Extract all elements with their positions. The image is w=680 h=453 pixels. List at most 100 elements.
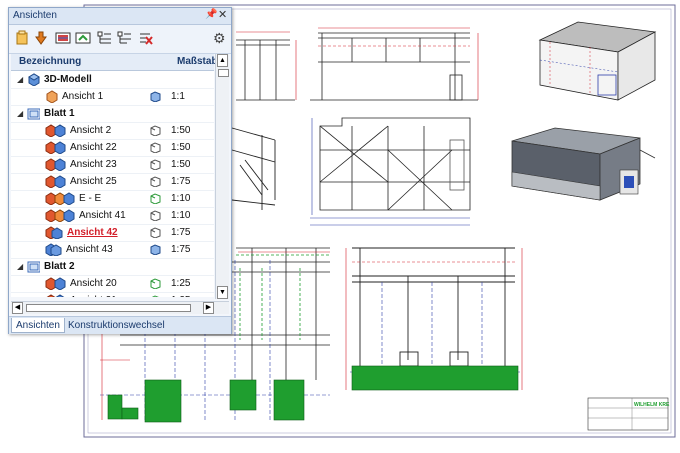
scroll-down-button[interactable]: ▼: [217, 286, 228, 299]
title-block-company: WILHELM KRE: [634, 402, 670, 408]
expand-toggle-icon[interactable]: ◢: [17, 75, 23, 84]
view-toggle-icon[interactable]: [150, 278, 161, 289]
new-view-icon[interactable]: [14, 30, 30, 46]
scroll-up-button[interactable]: ▲: [217, 54, 228, 67]
view-toggle-icon[interactable]: [150, 176, 161, 187]
view-pair-icon: [45, 175, 66, 188]
view-scale: 1:50: [171, 159, 191, 170]
view-toggle-icon[interactable]: [150, 159, 161, 170]
iso-building-render: [511, 127, 656, 201]
view-pair-icon: [45, 158, 66, 171]
tree-view-row[interactable]: Ansicht 42 1:75: [11, 224, 214, 242]
move-down-icon[interactable]: [33, 30, 49, 46]
gear-icon[interactable]: ⚙: [213, 30, 226, 46]
view-toggle-icon[interactable]: [150, 193, 161, 204]
view-pair-icon: [45, 124, 66, 137]
view-scale: 1:25: [171, 278, 191, 289]
tree-item-label: E - E: [79, 193, 102, 204]
view-scale: 1:1: [171, 91, 185, 102]
expand-tree-icon[interactable]: [97, 30, 113, 46]
tree-view-row[interactable]: Ansicht 1 1:1: [11, 88, 214, 106]
tree-view-row[interactable]: Ansicht 20 1:25: [11, 275, 214, 293]
panel-titlebar[interactable]: Ansichten 📌 ✕: [9, 8, 231, 25]
view-triple-icon: [45, 192, 75, 205]
tree-item-label: Ansicht 23: [70, 159, 117, 170]
tab-ansichten[interactable]: Ansichten: [11, 318, 65, 333]
refresh-icon[interactable]: [75, 30, 91, 46]
view-toggle-icon[interactable]: [150, 244, 161, 255]
sheet-icon: [27, 108, 40, 120]
view-pair-icon: [45, 141, 66, 154]
tab-konstruktionswechsel[interactable]: Konstruktionswechsel: [64, 318, 169, 333]
view-scale: 1:50: [171, 142, 191, 153]
tree-view-row[interactable]: Ansicht 2 1:50: [11, 122, 214, 140]
column-header-scale[interactable]: Maßstab: [177, 56, 218, 67]
tree-item-label: Blatt 2: [44, 261, 75, 272]
view-toggle-icon[interactable]: [150, 142, 161, 153]
tree-item-label: Ansicht 25: [70, 176, 117, 187]
scroll-thumb[interactable]: [218, 69, 229, 77]
view-scale: 1:75: [171, 227, 191, 238]
tree-view-row[interactable]: Ansicht 43 1:75: [11, 241, 214, 259]
iso-view-top-right: [538, 21, 657, 101]
panel-toolbar: ⚙: [9, 25, 231, 54]
tree-item-label: 3D-Modell: [44, 74, 92, 85]
view-scale: 1:75: [171, 244, 191, 255]
close-icon[interactable]: ✕: [218, 8, 227, 21]
tree-item-label: Blatt 1: [44, 108, 75, 119]
scroll-right-button[interactable]: ▶: [203, 302, 214, 314]
view-pair-icon: [45, 277, 66, 290]
tree-group-row[interactable]: ◢ 3D-Modell: [11, 71, 214, 89]
panel-title: Ansichten: [13, 10, 57, 21]
view-toggle-icon[interactable]: [150, 125, 161, 136]
panel-tabs: Ansichten Konstruktionswechsel: [9, 316, 231, 334]
view-scale: 1:10: [171, 210, 191, 221]
expand-toggle-icon[interactable]: ◢: [17, 109, 23, 118]
view-pair-icon: [46, 294, 65, 297]
image-icon[interactable]: [55, 30, 71, 46]
tree-item-label: Ansicht 22: [70, 142, 117, 153]
tree-item-label: Ansicht 21: [70, 295, 117, 297]
pin-icon[interactable]: 📌: [205, 9, 217, 20]
section-foundation: [351, 365, 519, 391]
view-toggle-icon[interactable]: [150, 210, 161, 221]
tree-item-label: Ansicht 1: [62, 91, 104, 102]
cube-blue-icon: [28, 73, 40, 86]
scroll-left-button[interactable]: ◀: [12, 302, 23, 314]
view-tree[interactable]: ◢ 3D-Modell Ansicht 1 1:1 ◢ Blatt 1 Ansicht 21…: [11, 71, 214, 297]
tree-item-label: Ansicht 20: [70, 278, 117, 289]
tree-view-row[interactable]: E - E 1:10: [11, 190, 214, 208]
column-header-name[interactable]: Bezeichnung: [19, 56, 81, 67]
view-blue-icon: [45, 243, 62, 256]
tree-view-row[interactable]: Ansicht 21 1:25: [11, 292, 214, 297]
view-scale: 1:75: [171, 176, 191, 187]
vertical-scrollbar[interactable]: ▲ ▼: [215, 54, 229, 299]
tree-group-row[interactable]: ◢ Blatt 2: [11, 258, 214, 276]
view-single-red-icon: [45, 226, 63, 239]
delete-icon[interactable]: [137, 30, 153, 46]
tree-group-row[interactable]: ◢ Blatt 1: [11, 105, 214, 123]
view-orange-icon: [46, 90, 58, 103]
tree-item-label: Ansicht 42: [67, 227, 118, 238]
tree-view-row[interactable]: Ansicht 41 1:10: [11, 207, 214, 225]
tree-view-row[interactable]: Ansicht 25 1:75: [11, 173, 214, 191]
views-panel[interactable]: Ansichten 📌 ✕ ⚙ Bezeichnung Maßstab ◢ 3D…: [8, 7, 232, 334]
tree-view-row[interactable]: Ansicht 23 1:50: [11, 156, 214, 174]
view-toggle-icon[interactable]: [150, 295, 161, 297]
tree-item-label: Ansicht 43: [66, 244, 113, 255]
expand-toggle-icon[interactable]: ◢: [17, 262, 23, 271]
tree-item-label: Ansicht 41: [79, 210, 126, 221]
view-toggle-icon[interactable]: [150, 91, 161, 102]
title-block: WILHELM KRE: [587, 397, 670, 431]
view-toggle-icon[interactable]: [150, 227, 161, 238]
view-scale: 1:25: [171, 295, 190, 297]
view-scale: 1:50: [171, 125, 191, 136]
tree-item-label: Ansicht 2: [70, 125, 112, 136]
sheet-icon: [27, 261, 40, 273]
collapse-tree-icon[interactable]: [117, 30, 133, 46]
view-scale: 1:10: [171, 193, 191, 204]
horizontal-scroll-thumb[interactable]: [26, 304, 191, 312]
tree-view-row[interactable]: Ansicht 22 1:50: [11, 139, 214, 157]
horizontal-scrollbar[interactable]: ◀ ▶: [11, 301, 229, 314]
tree-header: Bezeichnung Maßstab: [11, 54, 218, 71]
